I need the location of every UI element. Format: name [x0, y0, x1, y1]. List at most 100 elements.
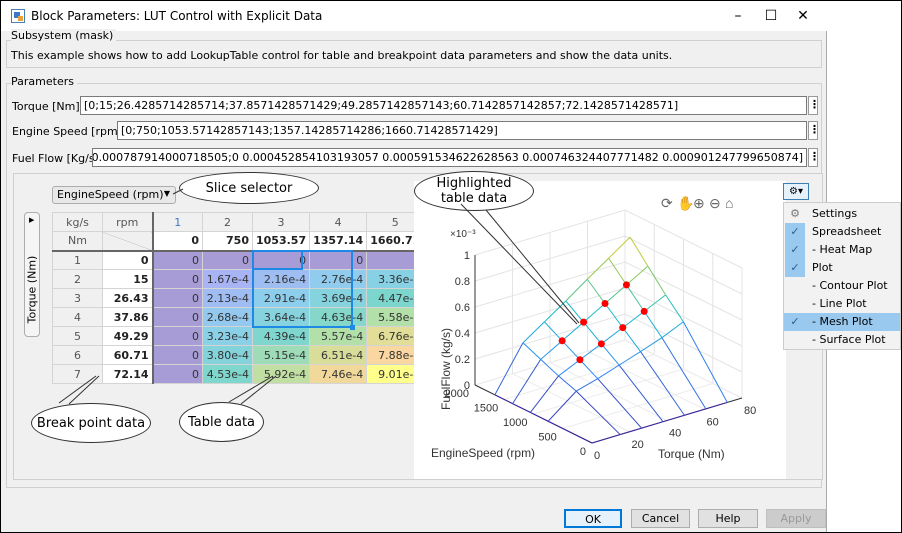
maximize-button[interactable]: ☐ — [757, 6, 785, 26]
row-breakpoint[interactable]: 60.71 — [102, 345, 154, 365]
close-button[interactable]: ✕ — [789, 6, 817, 26]
row-index[interactable]: 7 — [52, 364, 103, 384]
column-index[interactable]: 3 — [251, 212, 311, 232]
table-cell[interactable]: 5.15e-4 — [251, 345, 311, 365]
fuel-flow-input[interactable]: .000650629392939912 0.000787914000718505… — [92, 148, 807, 167]
row-index[interactable]: 1 — [52, 250, 103, 270]
column-breakpoint[interactable]: 1053.57 — [251, 231, 311, 252]
table-cell[interactable]: 4.39e-4 — [251, 326, 311, 346]
torque-more-button[interactable]: ⋮ — [808, 96, 820, 115]
highlighted-point — [597, 340, 605, 348]
cancel-button[interactable]: Cancel — [631, 509, 690, 528]
row-breakpoint[interactable]: 72.14 — [102, 364, 154, 384]
menu-item-spreadsheet[interactable]: ✓ Spreadsheet — [784, 223, 900, 241]
column-index[interactable]: 2 — [202, 212, 253, 232]
view-settings-button[interactable]: ⚙▾ — [783, 183, 809, 200]
torque-label: Torque [Nm] — [12, 100, 80, 113]
row-breakpoint[interactable]: 26.43 — [102, 288, 154, 308]
column-breakpoint[interactable]: 1357.14 — [309, 231, 368, 252]
table-cell[interactable]: 3.80e-4 — [202, 345, 253, 365]
column-index[interactable]: 4 — [309, 212, 368, 232]
table-cell[interactable]: 0 — [152, 307, 203, 327]
mesh-edge — [662, 414, 685, 423]
menu-item-label: Plot — [812, 261, 833, 274]
row-index[interactable]: 3 — [52, 288, 103, 308]
menu-item-settings[interactable]: ⚙ Settings — [784, 205, 900, 223]
table-cell[interactable]: 2.68e-4 — [202, 307, 253, 327]
zoom-in-icon[interactable]: ⊕ — [693, 195, 705, 211]
table-cell[interactable]: 3.64e-4 — [251, 307, 311, 327]
engine-speed-input[interactable]: [0;750;1053.57142857143;1357.14285714286… — [117, 121, 807, 140]
table-cell[interactable]: 0 — [152, 288, 203, 308]
slice-selector-dropdown[interactable]: EngineSpeed (rpm) ▼ — [52, 186, 176, 204]
engine-speed-more-button[interactable]: ⋮ — [808, 121, 820, 140]
mesh-edge — [540, 340, 563, 360]
help-button[interactable]: Help — [698, 509, 758, 528]
menu-item-heat-map[interactable]: ✓ - Heat Map — [784, 241, 900, 259]
pan-icon[interactable]: ✋ — [677, 195, 694, 211]
table-row: 2 15 0 1.67e-4 2.16e-4 2.76e-4 3.36e-4 — [52, 269, 425, 289]
plot-area[interactable]: 0 20 40 60 80 0 500 1000 1500 2000 0 0.2 0.4 0.6 0.8 1 ×… — [414, 181, 786, 479]
row-index[interactable]: 2 — [52, 269, 103, 289]
row-breakpoint[interactable]: 15 — [102, 269, 154, 289]
table-cell[interactable]: 6.51e-4 — [309, 345, 368, 365]
highlighted-point — [576, 356, 584, 364]
table-cell[interactable]: 3.23e-4 — [202, 326, 253, 346]
column-breakpoint[interactable]: 0 — [152, 231, 203, 252]
row-breakpoint[interactable]: 0 — [102, 250, 154, 270]
zoom-out-icon[interactable]: ⊖ — [709, 195, 721, 211]
fill-handle[interactable] — [350, 325, 355, 330]
table-cell[interactable]: 2.16e-4 — [251, 269, 311, 289]
table-cell[interactable]: 4.63e-4 — [309, 307, 368, 327]
table-cell[interactable]: 0 — [251, 250, 311, 270]
callout-slice-selector: Slice selector — [179, 172, 319, 204]
menu-item-plot[interactable]: ✓ Plot — [784, 259, 900, 277]
table-cell[interactable]: 2.91e-4 — [251, 288, 311, 308]
table-cell[interactable]: 7.46e-4 — [309, 364, 368, 384]
check-icon: ✓ — [785, 223, 805, 241]
column-index[interactable]: 1 — [152, 212, 203, 232]
column-breakpoint[interactable]: 750 — [202, 231, 253, 252]
menu-item-contour-plot[interactable]: - Contour Plot — [784, 277, 900, 295]
table-cell[interactable]: 0 — [152, 326, 203, 346]
row-index[interactable]: 5 — [52, 326, 103, 346]
apply-button[interactable]: Apply — [766, 509, 826, 528]
lookup-table-grid[interactable]: kg/s rpm 1 2 3 4 5 Nm 0 750 1053.57 1357.14 1660.71 1… — [52, 212, 425, 384]
table-cell[interactable]: 1.67e-4 — [202, 269, 253, 289]
table-row: 7 72.14 0 4.53e-4 5.92e-4 7.46e-4 9.01e-4 — [52, 364, 425, 384]
table-cell[interactable]: 0 — [202, 250, 253, 270]
window-title: Block Parameters: LUT Control with Expli… — [31, 9, 323, 23]
ok-button[interactable]: OK — [564, 509, 622, 528]
rotate-icon[interactable]: ⟳ — [661, 195, 673, 211]
mesh-edge — [586, 278, 606, 304]
mesh-edge — [544, 321, 563, 342]
z-tick-label: 0.6 — [455, 302, 470, 314]
minimize-button[interactable]: – — [724, 6, 752, 26]
table-cell[interactable]: 2.76e-4 — [309, 269, 368, 289]
torque-axis-button[interactable]: ▶ Torque (Nm) — [24, 212, 40, 337]
row-breakpoint[interactable]: 49.29 — [102, 326, 154, 346]
x-tick-label: 80 — [744, 405, 756, 417]
fuel-flow-more-button[interactable]: ⋮ — [808, 148, 820, 167]
table-cell[interactable]: 0 — [152, 269, 203, 289]
table-cell[interactable]: 2.13e-4 — [202, 288, 253, 308]
table-cell[interactable]: 5.92e-4 — [251, 364, 311, 384]
table-cell[interactable]: 0 — [152, 364, 203, 384]
row-index[interactable]: 6 — [52, 345, 103, 365]
home-icon[interactable]: ⌂ — [725, 195, 733, 211]
mesh-plot[interactable]: 020406080050010001500200000.20.40.60.81×… — [414, 181, 786, 479]
table-cell[interactable]: 0 — [152, 250, 203, 270]
menu-item-line-plot[interactable]: - Line Plot — [784, 295, 900, 313]
menu-item-mesh-plot[interactable]: ✓ - Mesh Plot — [784, 313, 900, 331]
table-cell[interactable]: 0 — [152, 345, 203, 365]
z-tick-label: 0.2 — [455, 354, 470, 366]
table-cell[interactable]: 4.53e-4 — [202, 364, 253, 384]
row-index[interactable]: 4 — [52, 307, 103, 327]
simulink-app-icon — [11, 9, 25, 23]
table-cell[interactable]: 5.57e-4 — [309, 326, 368, 346]
torque-input[interactable]: [0;15;26.4285714285714;37.8571428571429;… — [80, 96, 807, 115]
table-cell[interactable]: 3.69e-4 — [309, 288, 368, 308]
menu-item-surface-plot[interactable]: - Surface Plot — [784, 331, 900, 349]
table-cell[interactable]: 0 — [309, 250, 368, 270]
row-breakpoint[interactable]: 37.86 — [102, 307, 154, 327]
